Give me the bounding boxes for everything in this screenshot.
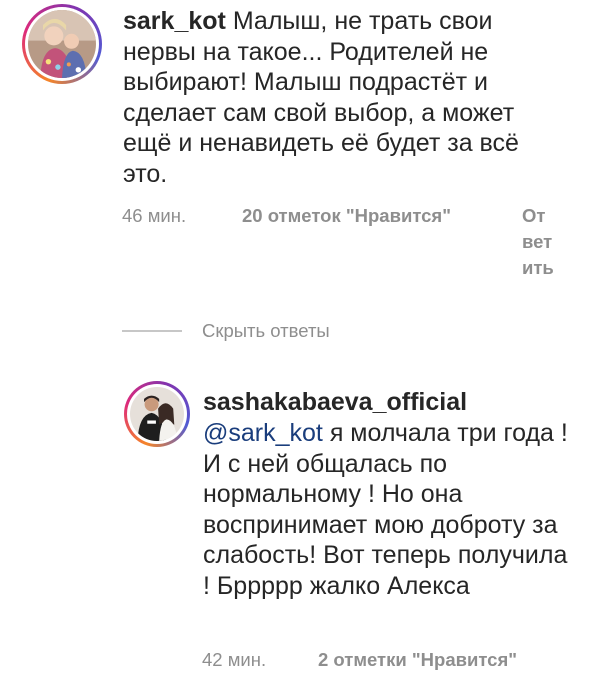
- avatar-sark-kot[interactable]: [22, 4, 102, 84]
- hide-replies-button[interactable]: Скрыть ответы: [202, 318, 330, 344]
- reply-label-line-1: От: [522, 205, 546, 226]
- avatar-photo: [28, 10, 96, 78]
- reply-label-line-2: вет: [522, 231, 553, 252]
- avatar-image: [130, 387, 184, 441]
- reply-label-line-3: ить: [522, 257, 554, 278]
- reply-button[interactable]: От вет ить: [522, 203, 562, 281]
- avatar-image: [28, 10, 96, 78]
- comment-username[interactable]: sark_kot: [123, 7, 226, 35]
- avatar-sashakabaeva[interactable]: [124, 381, 190, 447]
- reply-username[interactable]: sashakabaeva_official: [203, 387, 467, 418]
- reply-mention[interactable]: @sark_kot: [203, 419, 323, 447]
- comment-likes[interactable]: 20 отметок "Нравится": [242, 203, 451, 229]
- avatar-photo: [130, 387, 184, 441]
- comment-time: 46 мин.: [122, 205, 187, 226]
- hide-replies-divider: [122, 330, 182, 332]
- reply-text: @sark_kot я молчала три года ! И с ней о…: [203, 418, 573, 601]
- reply-time: 42 мин.: [202, 649, 267, 670]
- reply-likes[interactable]: 2 отметки "Нравится": [318, 647, 517, 673]
- comment-text: sark_kot Малыш, не трать свои нервы на т…: [123, 6, 563, 189]
